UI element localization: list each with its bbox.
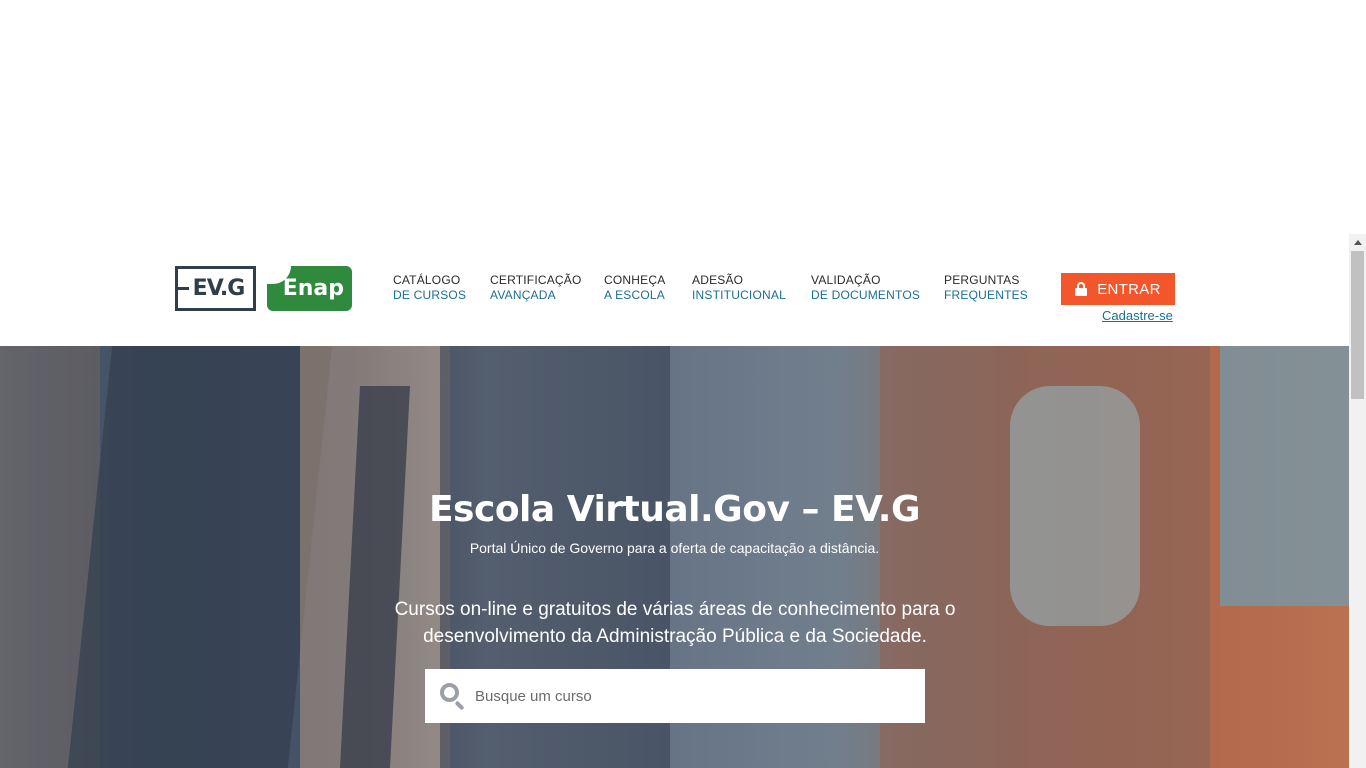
nav-label-line1: CONHEÇA xyxy=(604,273,666,287)
hero-subtitle: Portal Único de Governo para a oferta de… xyxy=(469,540,880,556)
evg-logo-text: EV.G xyxy=(192,276,246,301)
nav-label-line2: DE CURSOS xyxy=(393,288,467,302)
evg-logo[interactable]: EV.G xyxy=(175,266,256,311)
nav-label-line1: VALIDAÇÃO xyxy=(811,273,881,287)
lock-icon xyxy=(1075,282,1088,296)
nav-catalogo[interactable]: CATÁLOGO DE CURSOS xyxy=(393,273,466,303)
hero-title: Escola Virtual.Gov – EV.G xyxy=(428,489,921,530)
enap-logo-text: Enap xyxy=(282,276,344,301)
hero-banner: Escola Virtual.Gov – EV.G Portal Único d… xyxy=(0,346,1349,768)
nav-validacao[interactable]: VALIDAÇÃO DE DOCUMENTOS xyxy=(811,273,920,303)
search-icon[interactable] xyxy=(440,683,466,711)
nav-label-line2: INSTITUCIONAL xyxy=(692,288,786,302)
site-header: EV.G Enap CATÁLOGO DE CURSOS CERTIFICAÇÃ… xyxy=(0,234,1349,346)
nav-certificacao[interactable]: CERTIFICAÇÃO AVANÇADA xyxy=(490,273,582,303)
nav-label-line1: CATÁLOGO xyxy=(393,273,461,287)
nav-conheca[interactable]: CONHEÇA A ESCOLA xyxy=(604,273,665,303)
nav-adesao[interactable]: ADESÃO INSTITUCIONAL xyxy=(692,273,786,303)
nav-label-line1: CERTIFICAÇÃO xyxy=(490,273,582,287)
enap-logo[interactable]: Enap xyxy=(267,266,352,311)
nav-label-line1: PERGUNTAS xyxy=(944,273,1020,287)
login-button[interactable]: ENTRAR xyxy=(1061,273,1175,305)
nav-label-line2: A ESCOLA xyxy=(604,288,665,302)
nav-label-line2: AVANÇADA xyxy=(490,288,556,302)
hero-description: Cursos on-line e gratuitos de várias áre… xyxy=(394,599,956,647)
nav-perguntas[interactable]: PERGUNTAS FREQUENTES xyxy=(944,273,1028,303)
scroll-up-arrow-icon[interactable] xyxy=(1349,234,1366,251)
page: EV.G Enap CATÁLOGO DE CURSOS CERTIFICAÇÃ… xyxy=(0,0,1366,768)
vertical-scrollbar[interactable] xyxy=(1349,234,1366,768)
search-input[interactable] xyxy=(475,687,895,705)
scroll-thumb[interactable] xyxy=(1351,251,1364,399)
nav-label-line1: ADESÃO xyxy=(692,273,744,287)
nav-label-line2: DE DOCUMENTOS xyxy=(811,288,921,302)
course-search-box xyxy=(425,669,925,723)
nav-label-line2: FREQUENTES xyxy=(944,288,1029,302)
top-blank-area xyxy=(0,0,1349,234)
signup-link[interactable]: Cadastre-se xyxy=(1102,308,1173,323)
login-label: ENTRAR xyxy=(1097,280,1161,298)
